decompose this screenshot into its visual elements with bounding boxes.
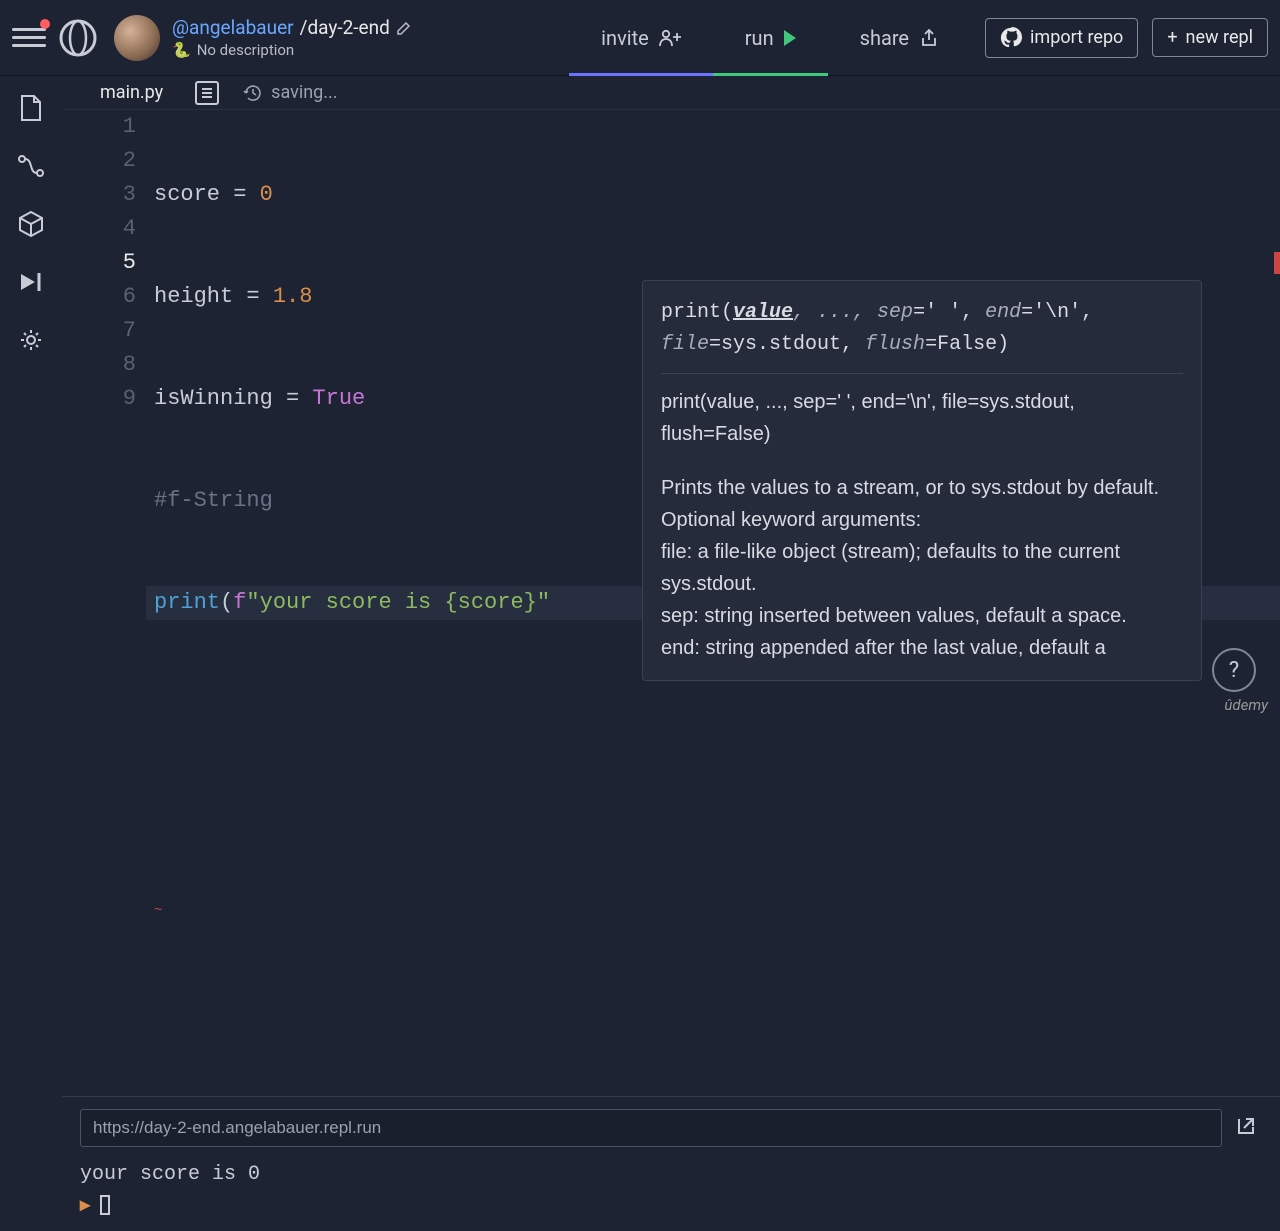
github-icon [1000, 27, 1022, 49]
code-editor[interactable]: 1 2 3 4 5 6 7 8 9 score = 0 height = 1.8… [62, 110, 1280, 1096]
plus-icon: + [1167, 27, 1177, 48]
menu-button[interactable] [12, 21, 46, 55]
help-button[interactable]: ? [1212, 648, 1256, 692]
share-icon [919, 28, 939, 48]
header: @angelabauer/day-2-end 🐍 No description … [0, 0, 1280, 76]
avatar[interactable] [114, 15, 160, 61]
signature-tooltip: print(value, ..., sep=' ', end='\n', fil… [642, 280, 1202, 681]
prompt-caret: ▸ [80, 1192, 90, 1218]
play-icon [784, 30, 796, 46]
signature-line: print(value, ..., sep=' ', end='\n', fil… [661, 297, 1183, 361]
udemy-watermark: ûdemy [1224, 696, 1268, 714]
line-gutter: 1 2 3 4 5 6 7 8 9 [62, 110, 154, 1096]
description: No description [197, 41, 295, 59]
doc-sig: print(value, ..., sep=' ', end='\n', fil… [661, 386, 1183, 450]
console[interactable]: your score is 0 ▸ [62, 1159, 1280, 1231]
replit-logo[interactable] [56, 16, 100, 60]
python-icon: 🐍 [172, 41, 191, 59]
edit-icon[interactable] [396, 20, 412, 36]
version-control-icon[interactable] [17, 152, 45, 180]
invite-button[interactable]: invite [569, 0, 713, 76]
project-title-block: @angelabauer/day-2-end 🐍 No description [172, 16, 412, 59]
notification-dot [40, 19, 50, 29]
error-marker[interactable] [1274, 252, 1280, 274]
debugger-icon[interactable] [17, 268, 45, 296]
layout-icon[interactable] [195, 81, 219, 105]
tab-bar: main.py saving... [62, 76, 1280, 110]
user-link[interactable]: @angelabauer [172, 16, 294, 39]
share-button[interactable]: share [828, 0, 971, 76]
files-icon[interactable] [17, 94, 45, 122]
open-external-icon[interactable] [1234, 1114, 1262, 1142]
console-cursor [100, 1195, 110, 1215]
project-name: day-2-end [307, 16, 389, 39]
sidebar [0, 76, 62, 720]
packages-icon[interactable] [17, 210, 45, 238]
history-icon [243, 83, 263, 103]
tab-main-py[interactable]: main.py [92, 76, 171, 109]
doc-body: Prints the values to a stream, or to sys… [661, 472, 1183, 664]
new-repl-button[interactable]: + new repl [1152, 18, 1268, 57]
saving-status: saving... [243, 82, 337, 103]
preview-url-input[interactable] [80, 1109, 1222, 1147]
settings-icon[interactable] [17, 326, 45, 354]
invite-icon [659, 29, 681, 47]
import-repo-button[interactable]: import repo [985, 18, 1138, 58]
run-button[interactable]: run [713, 0, 828, 76]
console-output: your score is 0 [80, 1163, 1262, 1186]
